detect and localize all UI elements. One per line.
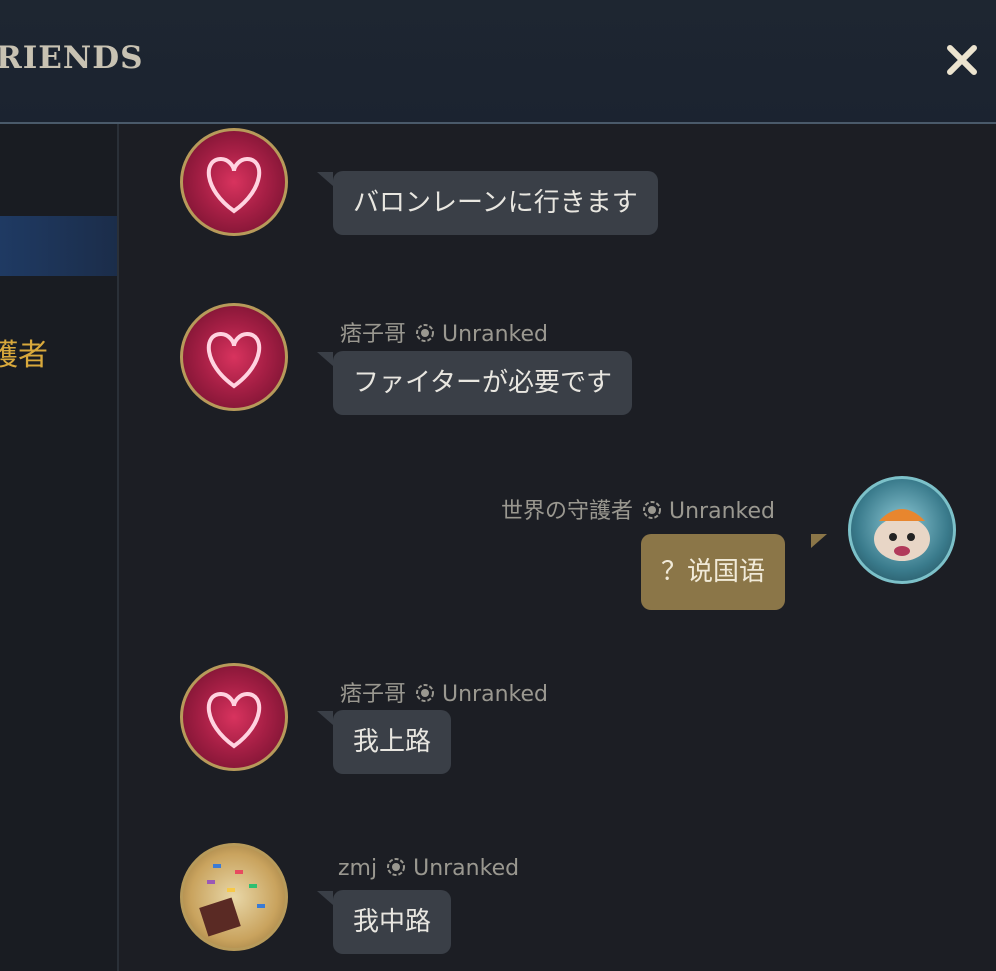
panel-title: RIENDS — [0, 40, 144, 76]
message-bubble: 我上路 — [333, 710, 452, 774]
message-bubble: ファイターが必要です — [333, 351, 632, 415]
message-bubble: バロンレーンに行きます — [333, 171, 658, 235]
chat-area: バロンレーンに行きます 痞子哥 Unranked ファイターが必要です 世界の守護… — [119, 124, 996, 971]
sidebar-friend-name[interactable]: 護者 — [0, 330, 48, 374]
heart-avatar[interactable] — [180, 663, 288, 771]
rank-icon — [414, 682, 436, 710]
bubble-tail — [811, 534, 827, 548]
rank-icon — [414, 322, 436, 350]
confetti-avatar[interactable] — [180, 843, 288, 951]
heart-avatar[interactable] — [180, 128, 288, 236]
username[interactable]: 痞子哥 — [340, 682, 406, 707]
message-bubble: 我中路 — [333, 890, 452, 954]
bubble-tail — [317, 891, 333, 905]
message-meta: 世界の守護者 Unranked — [501, 493, 775, 527]
rank-label: Unranked — [413, 856, 520, 881]
heart-avatar[interactable] — [180, 303, 288, 411]
close-button[interactable] — [940, 38, 984, 82]
bubble-tail — [317, 172, 333, 186]
friends-header: RIENDS — [0, 0, 996, 124]
close-icon — [947, 45, 977, 75]
rank-label: Unranked — [442, 322, 548, 347]
username[interactable]: 世界の守護者 — [501, 499, 633, 524]
message-meta: 痞子哥 Unranked — [340, 316, 548, 350]
rank-icon — [385, 856, 407, 884]
rank-label: Unranked — [442, 682, 548, 707]
bubble-tail — [317, 352, 333, 366]
poro-avatar[interactable] — [848, 476, 956, 584]
message-meta: 痞子哥 Unranked — [340, 676, 548, 710]
my-message-bubble: ？说国语 — [641, 534, 786, 610]
friends-sidebar: 護者 — [0, 124, 119, 971]
username[interactable]: zmj — [338, 856, 377, 881]
sidebar-selected-item[interactable] — [0, 216, 117, 276]
username[interactable]: 痞子哥 — [340, 322, 406, 347]
rank-icon — [641, 499, 663, 527]
message-meta: zmj Unranked — [338, 856, 519, 884]
bubble-tail — [317, 711, 333, 725]
rank-label: Unranked — [669, 499, 775, 524]
